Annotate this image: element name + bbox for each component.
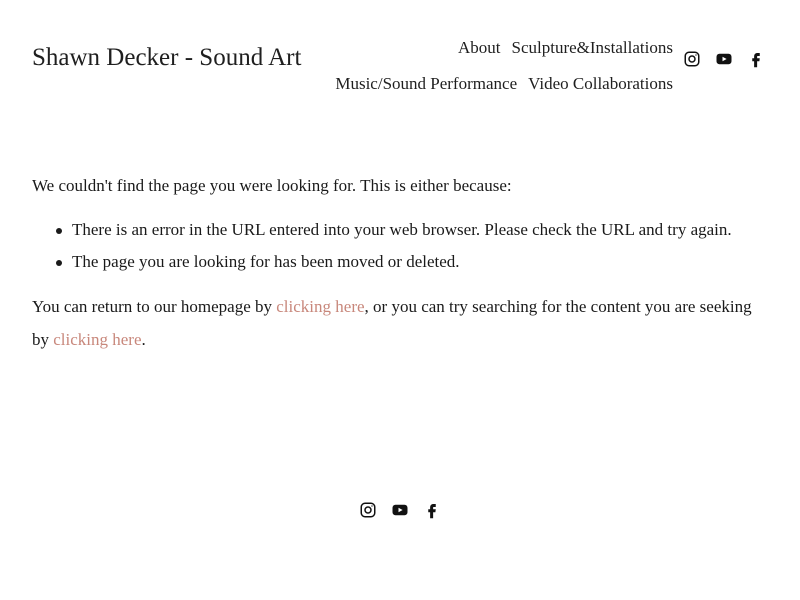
youtube-icon[interactable] (390, 500, 410, 520)
return-suffix: . (141, 330, 146, 350)
not-found-content: We couldn't find the page you were looki… (32, 170, 772, 356)
site-header: Shawn Decker - Sound Art About Sculpture… (0, 0, 800, 120)
search-link[interactable]: clicking here (53, 330, 141, 349)
facebook-icon[interactable] (422, 500, 442, 520)
intro-text: We couldn't find the page you were looki… (32, 176, 512, 195)
nav-item-video-collaborations[interactable]: Video Collaborations (528, 74, 673, 94)
youtube-icon[interactable] (714, 49, 734, 69)
header-social-links (682, 49, 766, 69)
main-nav: About Sculpture&Installations Music/Soun… (313, 30, 673, 102)
return-prefix: You can return to our homepage by (32, 297, 277, 317)
site-title[interactable]: Shawn Decker - Sound Art (32, 44, 301, 72)
facebook-icon[interactable] (746, 49, 766, 69)
reasons-list: There is an error in the URL entered int… (32, 214, 772, 278)
instagram-icon[interactable] (682, 49, 702, 69)
nav-row-1: About Sculpture&Installations (313, 30, 673, 66)
homepage-link[interactable]: clicking here (276, 297, 364, 316)
nav-item-about[interactable]: About (458, 38, 501, 58)
nav-item-sculpture-installations[interactable]: Sculpture&Installations (512, 38, 673, 58)
footer-social-links (0, 500, 800, 520)
nav-item-music-sound-performance[interactable]: Music/Sound Performance (335, 74, 517, 94)
return-text: You can return to our homepage by clicki… (32, 290, 772, 356)
reason-item: The page you are looking for has been mo… (32, 246, 772, 278)
reason-item: There is an error in the URL entered int… (32, 214, 772, 246)
instagram-icon[interactable] (358, 500, 378, 520)
nav-row-2: Music/Sound Performance Video Collaborat… (313, 66, 673, 102)
